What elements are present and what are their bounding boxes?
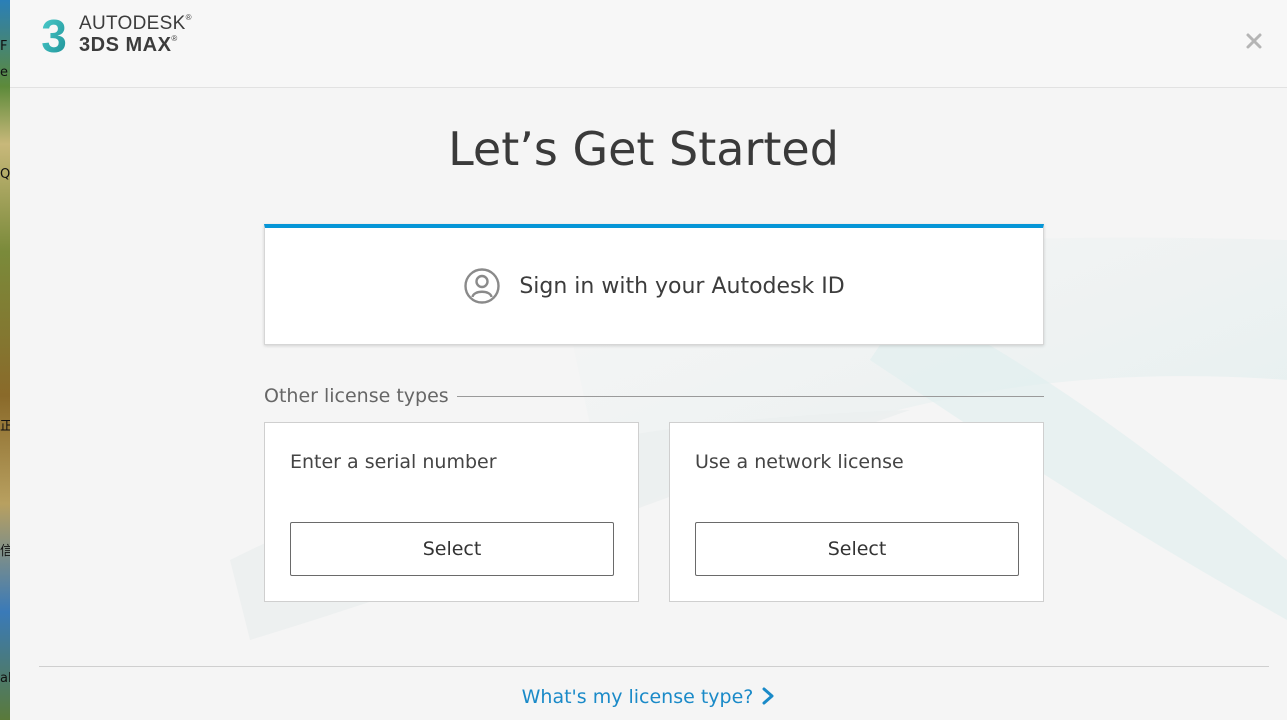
network-license-select-button[interactable]: Select — [695, 522, 1019, 576]
desktop-label-fragment: e — [0, 65, 8, 80]
desktop-label-fragment: al — [0, 671, 10, 686]
close-button[interactable] — [1243, 30, 1265, 52]
product-name: 3DS MAX® — [79, 34, 178, 56]
serial-number-card: Enter a serial number Select — [264, 422, 639, 602]
close-icon — [1246, 33, 1262, 49]
autodesk-3ds-max-logo: 3 AUTODESK® 3DS MAX® — [36, 12, 236, 62]
user-circle-icon — [464, 268, 501, 304]
sign-in-autodesk-id-button[interactable]: Sign in with your Autodesk ID — [264, 224, 1044, 345]
footer-divider — [39, 666, 1269, 667]
license-type-help-label: What's my license type? — [521, 686, 754, 708]
brand-name: AUTODESK® — [79, 13, 192, 34]
serial-number-select-button[interactable]: Select — [290, 522, 614, 576]
license-type-help-link[interactable]: What's my license type? — [10, 686, 1287, 708]
svg-text:3: 3 — [41, 12, 67, 58]
product-logo-mark: 3 — [41, 12, 67, 58]
other-license-types-divider: Other license types — [264, 384, 1044, 408]
desktop-background-strip: F e Q 正 信 al — [0, 0, 10, 720]
desktop-label-fragment: 信 — [0, 544, 10, 559]
desktop-label-fragment: F — [0, 39, 8, 54]
network-license-card: Use a network license Select — [669, 422, 1044, 602]
chevron-right-icon — [762, 687, 774, 705]
dialog-header: 3 AUTODESK® 3DS MAX® — [10, 0, 1287, 88]
divider-line — [456, 395, 1044, 397]
page-title: Let’s Get Started — [448, 122, 839, 176]
serial-number-label: Enter a serial number — [290, 451, 497, 473]
desktop-label-fragment: Q — [0, 167, 10, 182]
network-license-label: Use a network license — [695, 451, 904, 473]
license-dialog: 3 AUTODESK® 3DS MAX® Let’s Get Started S… — [10, 0, 1287, 720]
desktop-label-fragment: 正 — [0, 419, 10, 434]
background-artwork — [230, 237, 1287, 640]
other-license-types-label: Other license types — [264, 385, 449, 407]
sign-in-label: Sign in with your Autodesk ID — [519, 273, 845, 299]
